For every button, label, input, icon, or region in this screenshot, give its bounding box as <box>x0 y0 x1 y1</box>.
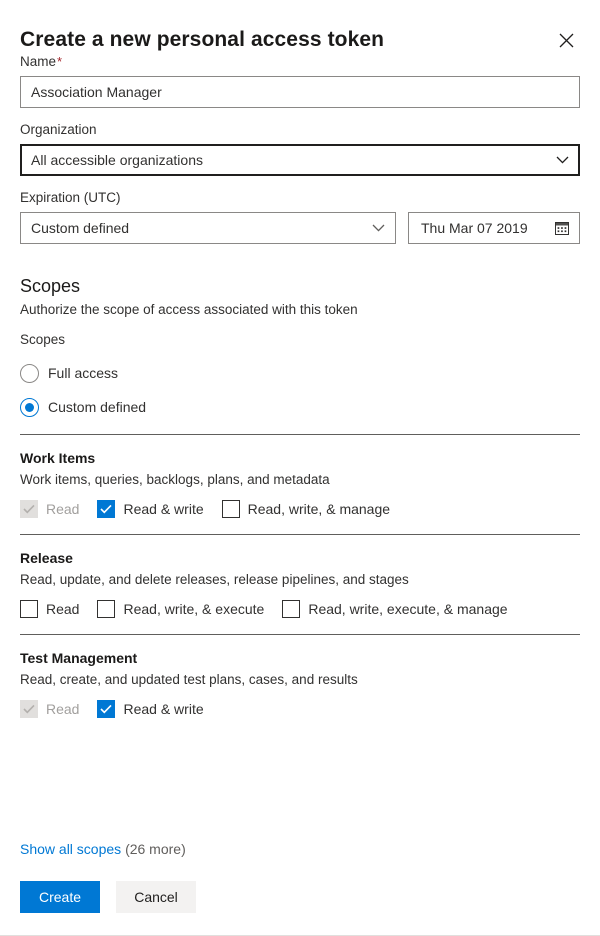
permission-label: Read, write, & execute <box>123 601 265 617</box>
scopes-legend: Scopes <box>20 332 66 347</box>
show-all-scopes-link[interactable]: Show all scopes <box>20 841 121 857</box>
create-pat-dialog: Create a new personal access token Name*… <box>0 0 600 936</box>
expiration-label: Expiration (UTC) <box>20 190 121 205</box>
name-input-value: Association Manager <box>31 84 162 100</box>
permission-release-read-write-execute[interactable]: Read, write, & execute <box>97 598 264 620</box>
calendar-glyph <box>555 222 569 235</box>
checkbox-icon <box>97 500 116 518</box>
scope-group-name: Work Items <box>20 450 96 466</box>
expiration-date-input[interactable]: Thu Mar 07 2019 <box>408 212 580 244</box>
scope-group-name: Test Management <box>20 650 138 666</box>
permission-work-items-read-write[interactable]: Read & write <box>97 498 204 520</box>
required-marker: * <box>57 54 63 69</box>
scopes-radio-group: Full access Custom defined <box>20 360 580 420</box>
permission-test-management-read-write[interactable]: Read & write <box>97 698 204 720</box>
cancel-button[interactable]: Cancel <box>116 881 196 913</box>
expiration-field-group: Expiration (UTC) Custom defined Thu Mar … <box>20 188 580 244</box>
show-all-scopes-count: (26 more) <box>125 841 186 857</box>
scope-group-name: Release <box>20 550 73 566</box>
scope-group-description: Read, create, and updated test plans, ca… <box>20 672 358 687</box>
page-title: Create a new personal access token <box>20 28 385 51</box>
permission-release-read-write-execute-manage[interactable]: Read, write, execute, & manage <box>282 598 508 620</box>
scopes-description: Authorize the scope of access associated… <box>20 302 358 317</box>
permission-label: Read & write <box>123 501 204 517</box>
close-glyph <box>559 33 573 47</box>
dialog-footer: Show all scopes (26 more) Create Cancel <box>0 839 600 935</box>
show-all-scopes-row: Show all scopes (26 more) <box>20 839 580 859</box>
permission-work-items-read: Read <box>20 498 79 520</box>
scope-option-custom-defined[interactable]: Custom defined <box>20 394 580 420</box>
close-icon[interactable] <box>552 26 580 54</box>
permission-work-items-read-write-manage[interactable]: Read, write, & manage <box>221 498 391 520</box>
scope-group-description: Read, update, and delete releases, relea… <box>20 572 409 587</box>
expiration-preset-value: Custom defined <box>31 220 130 236</box>
permission-label: Read & write <box>123 701 204 717</box>
permission-checkbox-row: Read Read & write Read, write, & manage <box>20 498 580 520</box>
permission-label: Read <box>46 501 80 517</box>
permission-label: Read, write, & manage <box>247 501 391 517</box>
scope-option-label: Full access <box>48 365 119 381</box>
permission-checkbox-row: Read Read, write, & execute Read, write,… <box>20 598 580 620</box>
checkbox-icon <box>20 500 38 518</box>
checkbox-icon <box>20 700 38 718</box>
permission-label: Read <box>46 701 80 717</box>
dialog-actions: Create Cancel <box>20 881 580 913</box>
dialog-header: Create a new personal access token <box>0 0 600 52</box>
organization-select[interactable]: All accessible organizations <box>20 144 580 176</box>
scope-group-release: Release Read, update, and delete release… <box>20 535 580 620</box>
chevron-down-icon <box>556 156 569 164</box>
permission-label: Read, write, execute, & manage <box>308 601 508 617</box>
checkbox-icon <box>282 600 301 618</box>
calendar-icon[interactable] <box>554 220 570 236</box>
name-label: Name* <box>20 54 63 69</box>
permission-label: Read <box>46 601 80 617</box>
organization-field-group: Organization All accessible organization… <box>20 120 580 176</box>
expiration-preset-select[interactable]: Custom defined <box>20 212 396 244</box>
create-button[interactable]: Create <box>20 881 100 913</box>
dialog-body: Name* Association Manager Organization A… <box>0 52 600 720</box>
radio-icon <box>20 397 39 417</box>
checkbox-icon <box>97 600 116 618</box>
organization-label: Organization <box>20 122 97 137</box>
expiration-date-value: Thu Mar 07 2019 <box>421 220 528 236</box>
scope-group-work-items: Work Items Work items, queries, backlogs… <box>20 435 580 520</box>
chevron-down-icon <box>372 224 385 232</box>
scope-group-test-management: Test Management Read, create, and update… <box>20 635 580 720</box>
scopes-heading: Scopes <box>20 276 81 296</box>
permission-checkbox-row: Read Read & write <box>20 698 580 720</box>
name-input[interactable]: Association Manager <box>20 76 580 108</box>
radio-icon <box>20 363 39 383</box>
organization-select-value: All accessible organizations <box>31 152 203 168</box>
scope-group-description: Work items, queries, backlogs, plans, an… <box>20 472 330 487</box>
permission-test-management-read: Read <box>20 698 79 720</box>
scope-option-full-access[interactable]: Full access <box>20 360 580 386</box>
permission-release-read[interactable]: Read <box>20 598 79 620</box>
checkbox-icon <box>20 600 38 618</box>
name-field-group: Name* Association Manager <box>20 52 580 108</box>
checkbox-icon <box>97 700 116 718</box>
scope-option-label: Custom defined <box>48 399 147 415</box>
checkbox-icon <box>221 500 240 518</box>
